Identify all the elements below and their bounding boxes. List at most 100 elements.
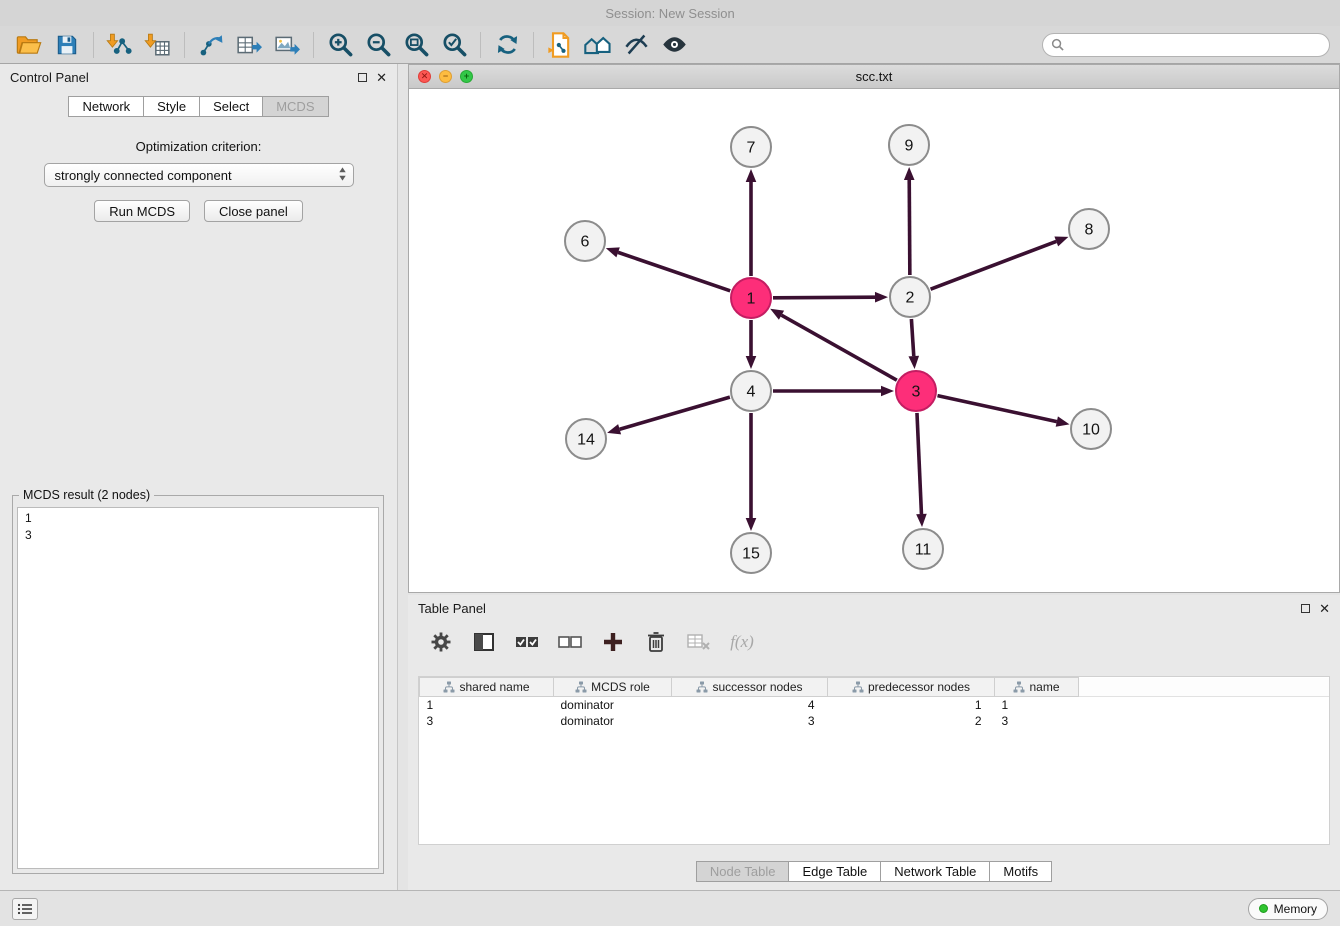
close-panel-icon[interactable]: ✕ [376,71,387,84]
add-column-button[interactable] [598,627,628,657]
table-cell[interactable]: 1 [828,697,995,713]
graph-edge-3-1[interactable] [770,309,897,380]
table-header-row: shared nameMCDS rolesuccessor nodesprede… [420,678,1330,697]
table-cell[interactable]: 3 [420,713,554,729]
save-session-button[interactable] [48,29,86,61]
float-panel-icon[interactable] [358,73,367,82]
table-cell[interactable]: 3 [995,713,1079,729]
table-cell[interactable]: dominator [554,713,672,729]
float-panel-icon[interactable] [1301,604,1310,613]
graph-node-1[interactable]: 1 [731,278,771,318]
tab-network-table[interactable]: Network Table [880,861,990,882]
deselect-all-button[interactable] [555,627,585,657]
graph-node-10[interactable]: 10 [1071,409,1111,449]
zoom-out-button[interactable] [359,29,397,61]
search-box[interactable] [1042,33,1330,57]
column-header-successor-nodes[interactable]: successor nodes [672,678,828,697]
mcds-result-item[interactable]: 3 [18,527,378,544]
zoom-fit-button[interactable] [397,29,435,61]
minimize-window-icon[interactable]: − [439,70,452,83]
graph-edge-4-15[interactable] [746,413,757,531]
show-hide-button[interactable] [655,29,693,61]
sort-icon [696,681,708,693]
tab-edge-table[interactable]: Edge Table [788,861,881,882]
graph-node-15[interactable]: 15 [731,533,771,573]
table-panel: Table Panel ✕ f(x) [408,595,1340,890]
graph-edge-1-4[interactable] [746,320,757,369]
table-cell[interactable]: 3 [672,713,828,729]
home-button[interactable] [579,29,617,61]
zoom-window-icon[interactable]: + [460,70,473,83]
table-settings-button[interactable] [426,627,456,657]
tab-mcds[interactable]: MCDS [262,96,328,117]
zoom-selected-button[interactable] [435,29,473,61]
close-panel-icon[interactable]: ✕ [1319,602,1330,615]
export-network-button[interactable] [192,29,230,61]
tab-motifs[interactable]: Motifs [989,861,1052,882]
graph-node-6[interactable]: 6 [565,221,605,261]
graph-node-3[interactable]: 3 [896,371,936,411]
delete-table-button[interactable] [684,627,714,657]
export-image-button[interactable] [268,29,306,61]
graph-edge-2-8[interactable] [931,236,1069,289]
graph-edge-3-11[interactable] [916,413,927,527]
columns-icon [472,630,496,654]
search-input[interactable] [1069,38,1321,52]
column-header-predecessor-nodes[interactable]: predecessor nodes [828,678,995,697]
table-row[interactable]: 1dominator411 [420,697,1330,713]
column-header-mcds-role[interactable]: MCDS role [554,678,672,697]
export-table-button[interactable] [230,29,268,61]
column-header-shared-name[interactable]: shared name [420,678,554,697]
graph-node-8[interactable]: 8 [1069,209,1109,249]
export-table-icon [235,32,263,58]
open-session-button[interactable] [10,29,48,61]
table-cell[interactable]: 2 [828,713,995,729]
toggle-columns-button[interactable] [469,627,499,657]
sort-icon [1013,681,1025,693]
tab-node-table[interactable]: Node Table [696,861,790,882]
table-cell[interactable]: 1 [420,697,554,713]
close-window-icon[interactable]: ✕ [418,70,431,83]
graph-edge-2-9[interactable] [904,167,915,275]
graph-node-9[interactable]: 9 [889,125,929,165]
select-all-button[interactable] [512,627,542,657]
graph-node-11[interactable]: 11 [903,529,943,569]
graph-edge-3-10[interactable] [937,396,1069,427]
optimization-select[interactable]: strongly connected component [44,163,354,187]
network-canvas[interactable]: 7 9 6 8 1 2 4 3 14 10 15 11 [409,89,1339,592]
import-table-button[interactable] [139,29,177,61]
function-builder-button[interactable]: f(x) [727,627,757,657]
table-cell[interactable]: 4 [672,697,828,713]
delete-column-button[interactable] [641,627,671,657]
graph-node-4[interactable]: 4 [731,371,771,411]
table-row[interactable]: 3dominator323 [420,713,1330,729]
graph-edge-1-7[interactable] [746,169,757,276]
status-menu-button[interactable] [12,898,38,920]
table-cell[interactable]: dominator [554,697,672,713]
table-cell[interactable]: 1 [995,697,1079,713]
checkboxes-checked-icon [514,631,540,653]
tab-select[interactable]: Select [199,96,263,117]
graph-node-2[interactable]: 2 [890,277,930,317]
graph-edge-4-14[interactable] [607,397,730,434]
close-panel-button[interactable]: Close panel [204,200,303,222]
checkboxes-unchecked-icon [557,631,583,653]
graph-edge-4-3[interactable] [773,386,894,397]
network-window-titlebar[interactable]: scc.txt ✕ − + [409,65,1339,89]
graph-edge-2-3[interactable] [908,319,919,369]
column-header-name[interactable]: name [995,678,1079,697]
export-document-button[interactable] [541,29,579,61]
mcds-result-item[interactable]: 1 [18,510,378,527]
refresh-button[interactable] [488,29,526,61]
import-network-button[interactable] [101,29,139,61]
graph-edge-1-6[interactable] [606,247,730,291]
graph-node-7[interactable]: 7 [731,127,771,167]
memory-button[interactable]: Memory [1248,898,1328,920]
zoom-in-button[interactable] [321,29,359,61]
graph-edge-1-2[interactable] [773,292,888,303]
graph-node-14[interactable]: 14 [566,419,606,459]
run-mcds-button[interactable]: Run MCDS [94,200,190,222]
tab-network[interactable]: Network [68,96,144,117]
graphics-details-button[interactable] [617,29,655,61]
tab-style[interactable]: Style [143,96,200,117]
